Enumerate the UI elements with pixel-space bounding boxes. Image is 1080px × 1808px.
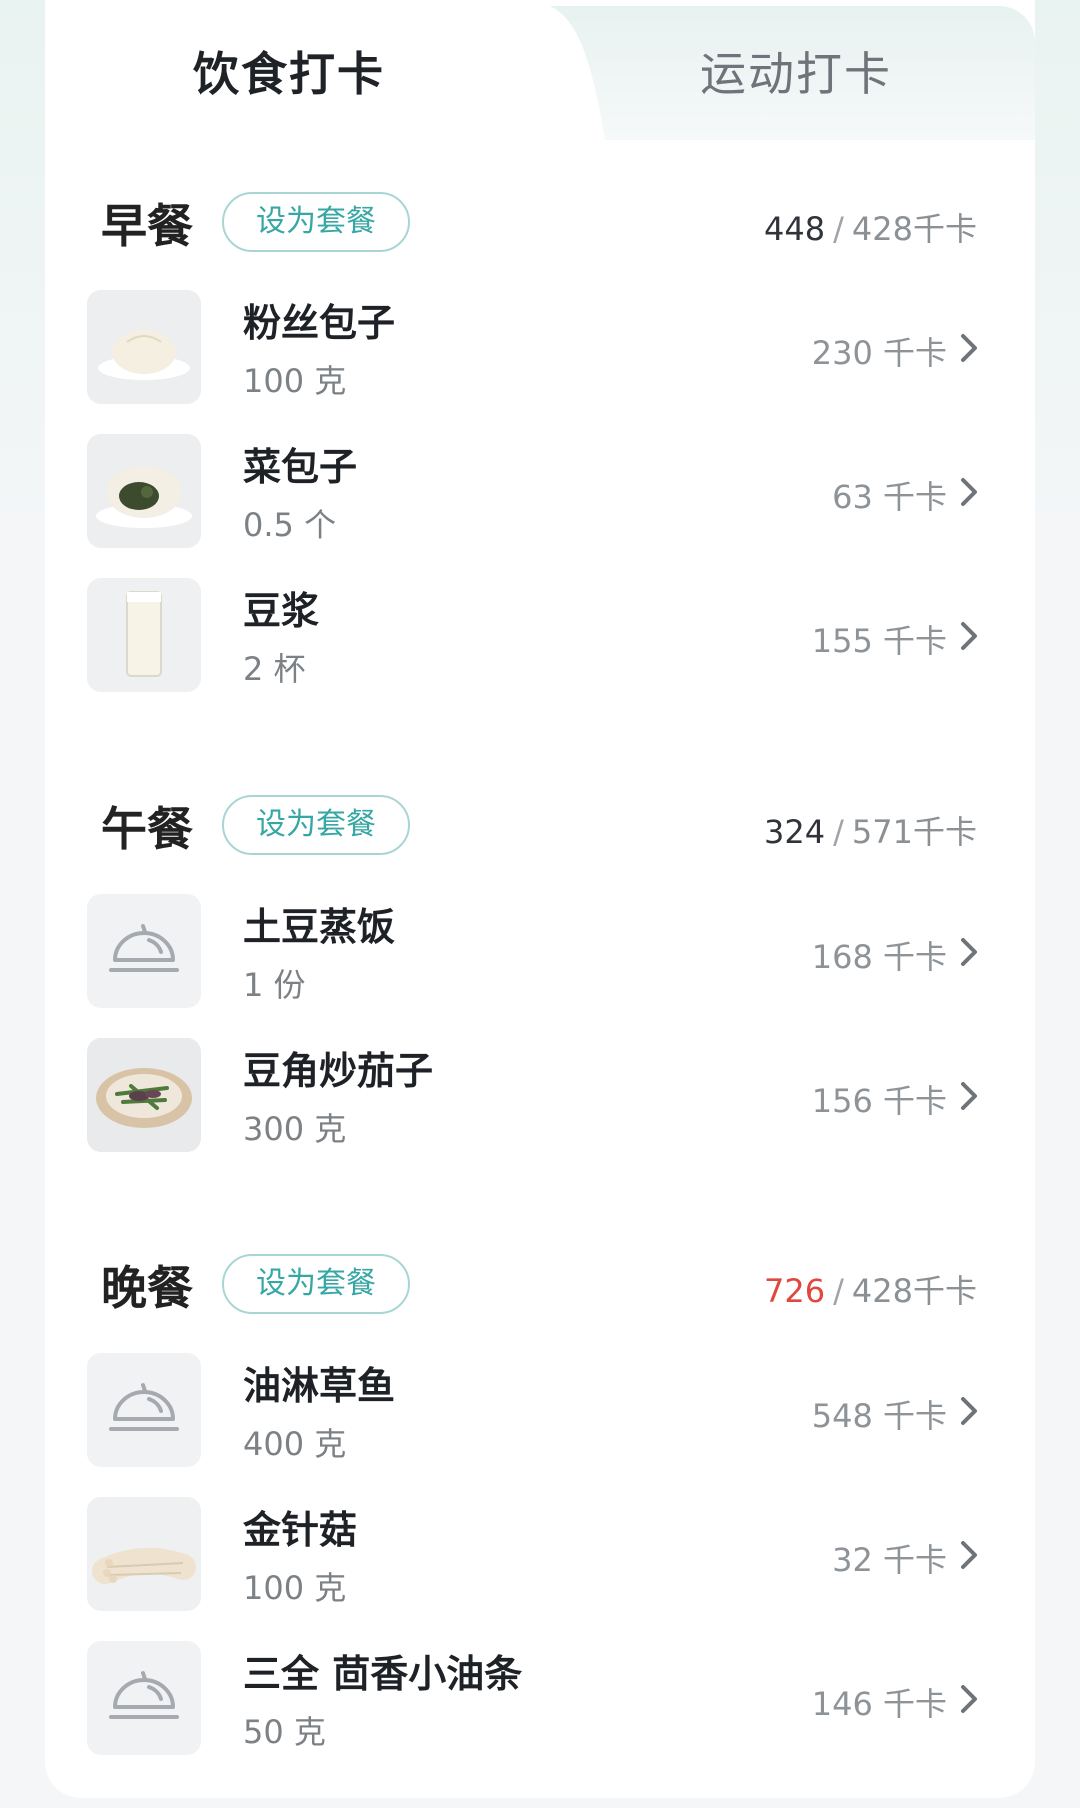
- chevron-right-icon: [961, 334, 977, 362]
- enoki-mushroom-photo: [87, 1497, 201, 1611]
- set-combo-button[interactable]: 设为套餐: [222, 192, 410, 252]
- target-kcal: 428千卡: [851, 210, 977, 248]
- food-cloche-icon: [87, 1641, 201, 1755]
- set-combo-button[interactable]: 设为套餐: [222, 1254, 410, 1314]
- chevron-right-icon: [961, 1541, 977, 1569]
- food-name: 油淋草鱼: [243, 1364, 396, 1408]
- tab-exercise[interactable]: 运动打卡: [700, 38, 892, 104]
- section-calorie-total: 448/428千卡: [764, 210, 977, 248]
- food-kcal: 146 千卡: [811, 1685, 947, 1723]
- tab-bar: 饮食打卡 运动打卡: [45, 0, 1035, 140]
- food-name: 三全 茴香小油条: [243, 1652, 523, 1696]
- food-quantity: 1 份: [243, 966, 306, 1004]
- chevron-right-icon: [961, 1082, 977, 1110]
- food-quantity: 0.5 个: [243, 506, 337, 544]
- food-name: 粉丝包子: [243, 301, 396, 345]
- food-kcal: 32 千卡: [832, 1541, 947, 1579]
- food-name: 豆浆: [243, 589, 320, 633]
- section-title: 午餐: [101, 802, 193, 856]
- chevron-right-icon: [961, 1397, 977, 1425]
- food-kcal: 230 千卡: [811, 334, 947, 372]
- beans-eggplant-photo: [87, 1038, 201, 1152]
- food-quantity: 2 杯: [243, 650, 306, 688]
- food-item[interactable]: 粉丝包子 100 克 230 千卡: [87, 290, 997, 406]
- target-kcal: 571千卡: [851, 813, 977, 851]
- chevron-right-icon: [961, 938, 977, 966]
- food-name: 土豆蒸饭: [243, 905, 396, 949]
- steamed-bun-photo: [87, 290, 201, 404]
- food-item[interactable]: 豆角炒茄子 300 克 156 千卡: [87, 1038, 997, 1154]
- chevron-right-icon: [961, 478, 977, 506]
- vegetable-bun-photo: [87, 434, 201, 548]
- section-title: 早餐: [101, 199, 193, 253]
- food-name: 菜包子: [243, 445, 358, 489]
- food-cloche-icon: [87, 894, 201, 1008]
- food-kcal: 155 千卡: [811, 622, 947, 660]
- food-item[interactable]: 豆浆 2 杯 155 千卡: [87, 578, 997, 694]
- section-calorie-total: 324/571千卡: [764, 813, 977, 851]
- food-quantity: 50 克: [243, 1713, 326, 1751]
- section-title: 晚餐: [101, 1261, 193, 1315]
- target-kcal: 428千卡: [851, 1272, 977, 1310]
- food-item[interactable]: 菜包子 0.5 个 63 千卡: [87, 434, 997, 550]
- food-cloche-icon: [87, 1353, 201, 1467]
- food-name: 金针菇: [243, 1508, 358, 1552]
- consumed-kcal: 448: [764, 210, 826, 248]
- tab-diet[interactable]: 饮食打卡: [193, 38, 385, 104]
- consumed-kcal-over: 726: [764, 1272, 826, 1310]
- food-kcal: 168 千卡: [811, 938, 947, 976]
- food-kcal: 156 千卡: [811, 1082, 947, 1120]
- food-item[interactable]: 油淋草鱼 400 克 548 千卡: [87, 1353, 997, 1469]
- food-name: 豆角炒茄子: [243, 1049, 434, 1093]
- food-kcal: 63 千卡: [832, 478, 947, 516]
- food-quantity: 300 克: [243, 1110, 347, 1148]
- soy-milk-photo: [87, 578, 201, 692]
- section-calorie-total: 726/428千卡: [764, 1272, 977, 1310]
- set-combo-button[interactable]: 设为套餐: [222, 795, 410, 855]
- food-item[interactable]: 三全 茴香小油条 50 克 146 千卡: [87, 1641, 997, 1757]
- food-quantity: 400 克: [243, 1425, 347, 1463]
- chevron-right-icon: [961, 1685, 977, 1713]
- chevron-right-icon: [961, 622, 977, 650]
- food-item[interactable]: 金针菇 100 克 32 千卡: [87, 1497, 997, 1613]
- food-item[interactable]: 土豆蒸饭 1 份 168 千卡: [87, 894, 997, 1010]
- consumed-kcal: 324: [764, 813, 826, 851]
- food-kcal: 548 千卡: [811, 1397, 947, 1435]
- food-quantity: 100 克: [243, 362, 347, 400]
- food-quantity: 100 克: [243, 1569, 347, 1607]
